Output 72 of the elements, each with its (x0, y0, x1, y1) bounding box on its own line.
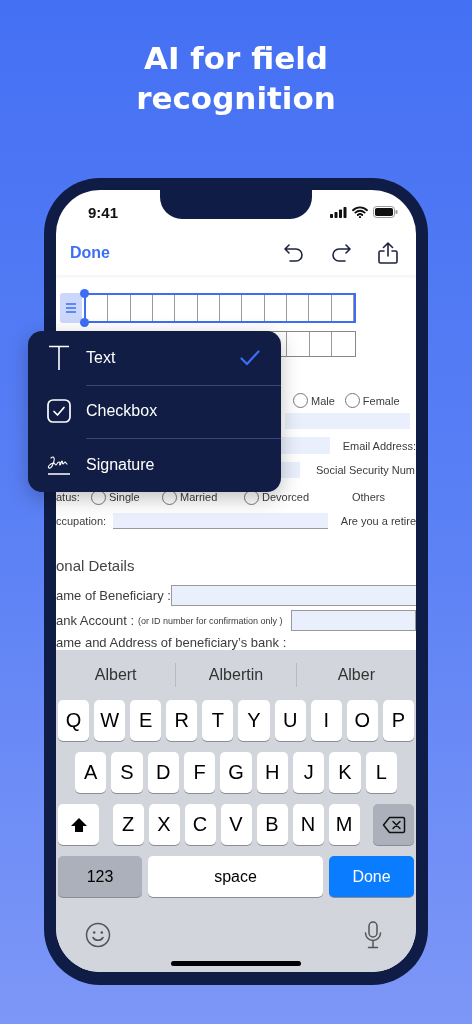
status-time: 9:41 (88, 203, 119, 221)
delete-key[interactable] (373, 804, 414, 845)
numbers-key[interactable]: 123 (58, 856, 142, 897)
keyboard-key[interactable]: L (365, 752, 397, 793)
menu-item[interactable]: Text (28, 331, 281, 385)
keyboard-key[interactable]: O (346, 700, 378, 741)
checkmark-icon (240, 349, 260, 366)
section-heading: onal Details (56, 556, 135, 574)
keyboard-key[interactable]: U (274, 700, 306, 741)
keyboard-key[interactable]: Q (58, 700, 90, 741)
keyboard-key[interactable]: R (166, 700, 198, 741)
form-note: (or ID number for confirmation only ) (138, 615, 283, 626)
form-label: ccupation: (56, 515, 108, 527)
input-field[interactable] (112, 513, 328, 529)
input-field[interactable] (170, 585, 416, 606)
word-suggestion[interactable]: Albertin (176, 666, 296, 684)
radio-option[interactable]: Female (344, 393, 400, 408)
menu-item[interactable]: Checkbox (28, 384, 281, 438)
done-button[interactable]: Done (70, 243, 110, 262)
checkbox-icon (47, 399, 71, 424)
text-tool-icon (48, 344, 70, 371)
keyboard-key[interactable]: J (292, 752, 325, 793)
keyboard-key[interactable]: Y (238, 700, 270, 741)
keyboard-key[interactable]: P (382, 700, 414, 741)
microphone-icon[interactable] (364, 921, 382, 949)
battery-icon (373, 206, 398, 218)
share-icon[interactable] (377, 240, 399, 265)
keyboard-key[interactable]: B (256, 804, 288, 845)
space-key[interactable]: space (148, 856, 323, 897)
keyboard-key[interactable]: D (147, 752, 179, 793)
form-label: atus: (56, 491, 81, 503)
keyboard-key[interactable]: A (75, 752, 107, 793)
keyboard-key[interactable]: X (148, 804, 180, 845)
form-label: Social Security Num (316, 464, 416, 476)
form-label: ank Account : (56, 613, 135, 628)
undo-icon[interactable] (283, 242, 305, 263)
form-label: Others (352, 491, 385, 503)
delete-icon (381, 815, 406, 834)
done-key[interactable]: Done (329, 856, 414, 897)
emoji-icon[interactable] (85, 922, 111, 948)
headline: AI for field recognition (136, 39, 336, 119)
menu-item[interactable]: Signature (28, 438, 281, 492)
radio-option[interactable]: Male (293, 393, 335, 408)
form-label: ame and Address of beneficiary’s bank : (56, 635, 287, 650)
shift-key[interactable] (58, 804, 99, 845)
keyboard-key[interactable]: E (130, 700, 162, 741)
keyboard-key[interactable]: G (220, 752, 252, 793)
keyboard-key[interactable]: V (220, 804, 252, 845)
wifi-icon (352, 206, 368, 218)
word-suggestion[interactable]: Albert (56, 666, 176, 684)
keyboard-key[interactable]: I (310, 700, 342, 741)
signal-icon (330, 206, 347, 218)
keyboard-key[interactable]: N (292, 804, 324, 845)
keyboard-key[interactable]: K (329, 752, 361, 793)
keyboard-key[interactable]: S (111, 752, 143, 793)
keyboard-key[interactable]: Z (112, 804, 144, 845)
redo-icon[interactable] (330, 242, 352, 263)
word-suggestion[interactable]: Alber (296, 666, 416, 684)
signature-icon (47, 453, 71, 476)
keyboard-key[interactable]: H (256, 752, 288, 793)
keyboard-key[interactable]: M (328, 804, 360, 845)
form-label: Are you a retire (340, 515, 416, 527)
shift-icon (69, 816, 88, 833)
form-label: ame of Beneficiary : (56, 588, 171, 603)
form-label: Email Address: (342, 439, 416, 452)
keyboard-key[interactable]: T (202, 700, 234, 741)
keyboard-key[interactable]: W (94, 700, 126, 741)
keyboard-key[interactable]: C (184, 804, 216, 845)
input-field[interactable] (290, 610, 416, 631)
drag-handle-icon[interactable] (60, 293, 82, 323)
keyboard-key[interactable]: F (184, 752, 216, 793)
input-field[interactable] (285, 413, 410, 429)
